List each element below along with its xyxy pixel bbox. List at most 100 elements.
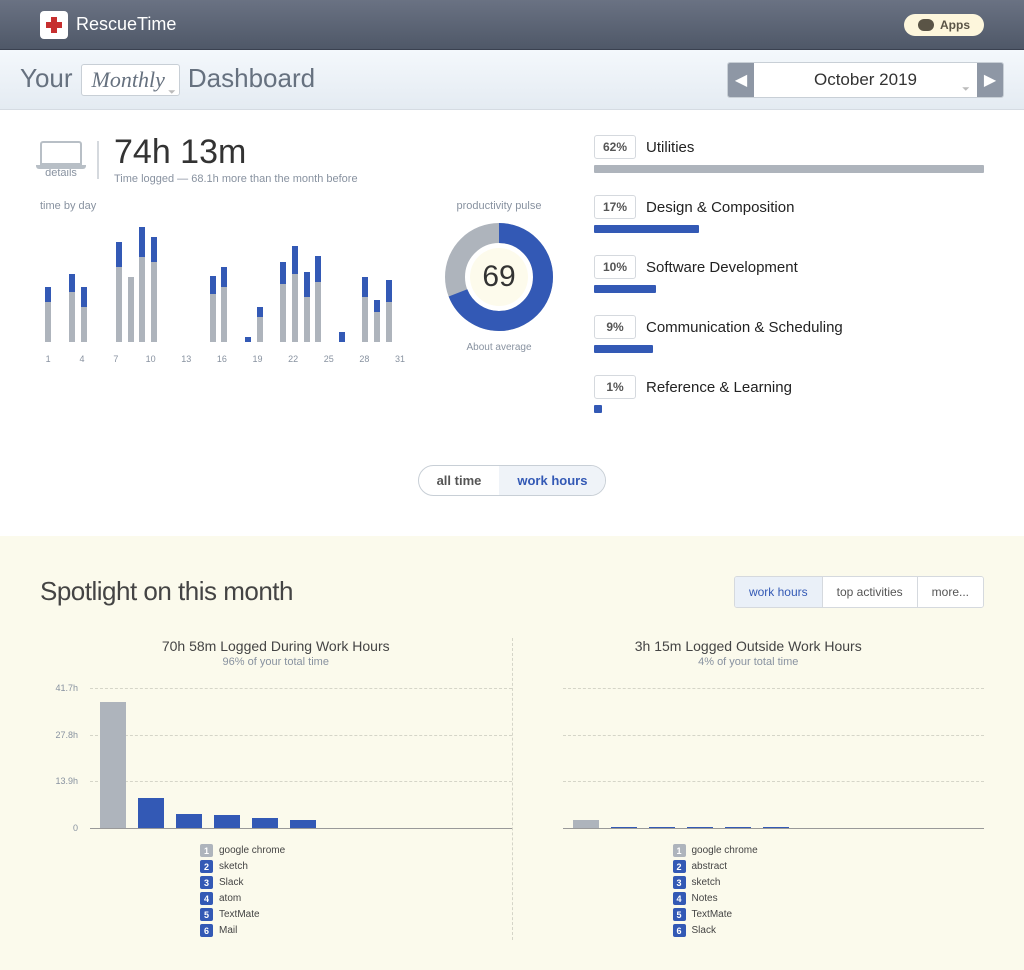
day-bar[interactable] [67, 274, 76, 342]
outside-hours-column: 3h 15m Logged Outside Work Hours 4% of y… [512, 638, 985, 940]
tab-top-activities[interactable]: top activities [823, 577, 918, 607]
device-block[interactable]: details [40, 141, 99, 179]
category-name: Communication & Scheduling [646, 319, 843, 336]
title-suffix: Dashboard [188, 63, 315, 94]
legend-item[interactable]: 4Notes [673, 892, 985, 905]
legend-item[interactable]: 3Slack [200, 876, 512, 889]
summary: details 74h 13m Time logged — 68.1h more… [40, 135, 564, 185]
all-time-pill[interactable]: all time [419, 466, 500, 495]
app-bar[interactable] [649, 827, 675, 828]
category-row[interactable]: 62% Utilities [594, 135, 984, 173]
outside-hours-title: 3h 15m Logged Outside Work Hours [513, 638, 985, 654]
productivity-pulse: productivity pulse 69 About average [434, 200, 564, 364]
brand-text: RescueTime [76, 14, 176, 35]
category-name: Design & Composition [646, 199, 794, 216]
day-bar[interactable] [44, 287, 53, 342]
prev-period-button[interactable]: ◀ [728, 63, 754, 97]
time-note: Time logged — 68.1h more than the month … [114, 173, 358, 185]
day-bar[interactable] [314, 256, 323, 342]
next-period-button[interactable]: ▶ [977, 63, 1003, 97]
app-bar[interactable] [214, 815, 240, 828]
date-picker: ◀ October 2019 ▶ [727, 62, 1004, 98]
app-bar[interactable] [138, 798, 164, 828]
app-bar[interactable] [100, 702, 126, 828]
category-pct: 10% [594, 255, 636, 279]
tab-more[interactable]: more... [918, 577, 983, 607]
apps-label: Apps [940, 18, 970, 32]
category-name: Software Development [646, 259, 798, 276]
work-hours-pill[interactable]: work hours [499, 466, 605, 495]
day-bar[interactable] [150, 237, 159, 342]
legend-item[interactable]: 1google chrome [673, 844, 985, 857]
category-row[interactable]: 10% Software Development [594, 255, 984, 293]
day-bar[interactable] [290, 246, 299, 342]
day-bar[interactable] [384, 280, 393, 342]
day-bar[interactable] [243, 337, 252, 342]
app-bar[interactable] [763, 827, 789, 828]
legend-item[interactable]: 1google chrome [200, 844, 512, 857]
day-bar[interactable] [255, 307, 264, 342]
period-select[interactable]: Monthly [81, 64, 180, 96]
legend-item[interactable]: 6Slack [673, 924, 985, 937]
category-row[interactable]: 17% Design & Composition [594, 195, 984, 233]
category-pct: 1% [594, 375, 636, 399]
day-bar[interactable] [302, 272, 311, 342]
category-row[interactable]: 1% Reference & Learning [594, 375, 984, 413]
app-bar[interactable] [573, 820, 599, 828]
category-name: Utilities [646, 139, 694, 156]
pulse-label: productivity pulse [434, 200, 564, 212]
work-hours-sub: 96% of your total time [40, 656, 512, 668]
category-pct: 17% [594, 195, 636, 219]
apps-button[interactable]: Apps [904, 14, 984, 36]
legend-item[interactable]: 2abstract [673, 860, 985, 873]
legend-item[interactable]: 5TextMate [200, 908, 512, 921]
logo-icon [40, 11, 68, 39]
topbar: RescueTime Apps [0, 0, 1024, 50]
app-bar[interactable] [290, 820, 316, 828]
tab-work-hours[interactable]: work hours [735, 577, 823, 607]
subbar: Your Monthly Dashboard ◀ October 2019 ▶ [0, 50, 1024, 110]
page-title: Your Monthly Dashboard [20, 63, 315, 96]
day-bar[interactable] [114, 242, 123, 342]
app-bar[interactable] [687, 827, 713, 828]
work-hours-column: 70h 58m Logged During Work Hours 96% of … [40, 638, 512, 940]
title-prefix: Your [20, 63, 73, 94]
logo[interactable]: RescueTime [40, 11, 176, 39]
work-hours-title: 70h 58m Logged During Work Hours [40, 638, 512, 654]
day-bar[interactable] [373, 300, 382, 342]
day-bar[interactable] [138, 227, 147, 342]
app-bar[interactable] [176, 814, 202, 828]
date-label[interactable]: October 2019 [754, 70, 977, 90]
cloud-icon [918, 19, 934, 31]
app-bar[interactable] [725, 827, 751, 828]
category-row[interactable]: 9% Communication & Scheduling [594, 315, 984, 353]
legend-item[interactable]: 2sketch [200, 860, 512, 873]
category-name: Reference & Learning [646, 379, 792, 396]
day-bar[interactable] [208, 276, 217, 342]
day-bar[interactable] [279, 262, 288, 342]
day-bar[interactable] [220, 267, 229, 342]
legend-item[interactable]: 6Mail [200, 924, 512, 937]
category-pct: 9% [594, 315, 636, 339]
legend-item[interactable]: 3sketch [673, 876, 985, 889]
pulse-value: 69 [470, 248, 528, 306]
day-bar[interactable] [361, 277, 370, 342]
time-filter-toggle: all time work hours [418, 465, 607, 496]
spotlight-section: Spotlight on this month work hours top a… [0, 536, 1024, 970]
main-section: details 74h 13m Time logged — 68.1h more… [0, 110, 1024, 536]
day-bar[interactable] [337, 332, 346, 342]
day-bar[interactable] [79, 287, 88, 342]
laptop-icon [40, 141, 82, 165]
day-bar[interactable] [126, 277, 135, 342]
spotlight-tabs: work hours top activities more... [734, 576, 984, 608]
app-bar[interactable] [252, 818, 278, 828]
app-bar[interactable] [611, 827, 637, 828]
legend-item[interactable]: 5TextMate [673, 908, 985, 921]
pulse-note: About average [434, 342, 564, 353]
category-list: 62% Utilities 17% Design & Composition 10% So… [594, 135, 984, 435]
category-pct: 62% [594, 135, 636, 159]
outside-hours-sub: 4% of your total time [513, 656, 985, 668]
spotlight-title: Spotlight on this month [40, 576, 293, 607]
pulse-donut[interactable]: 69 [444, 222, 554, 332]
legend-item[interactable]: 4atom [200, 892, 512, 905]
